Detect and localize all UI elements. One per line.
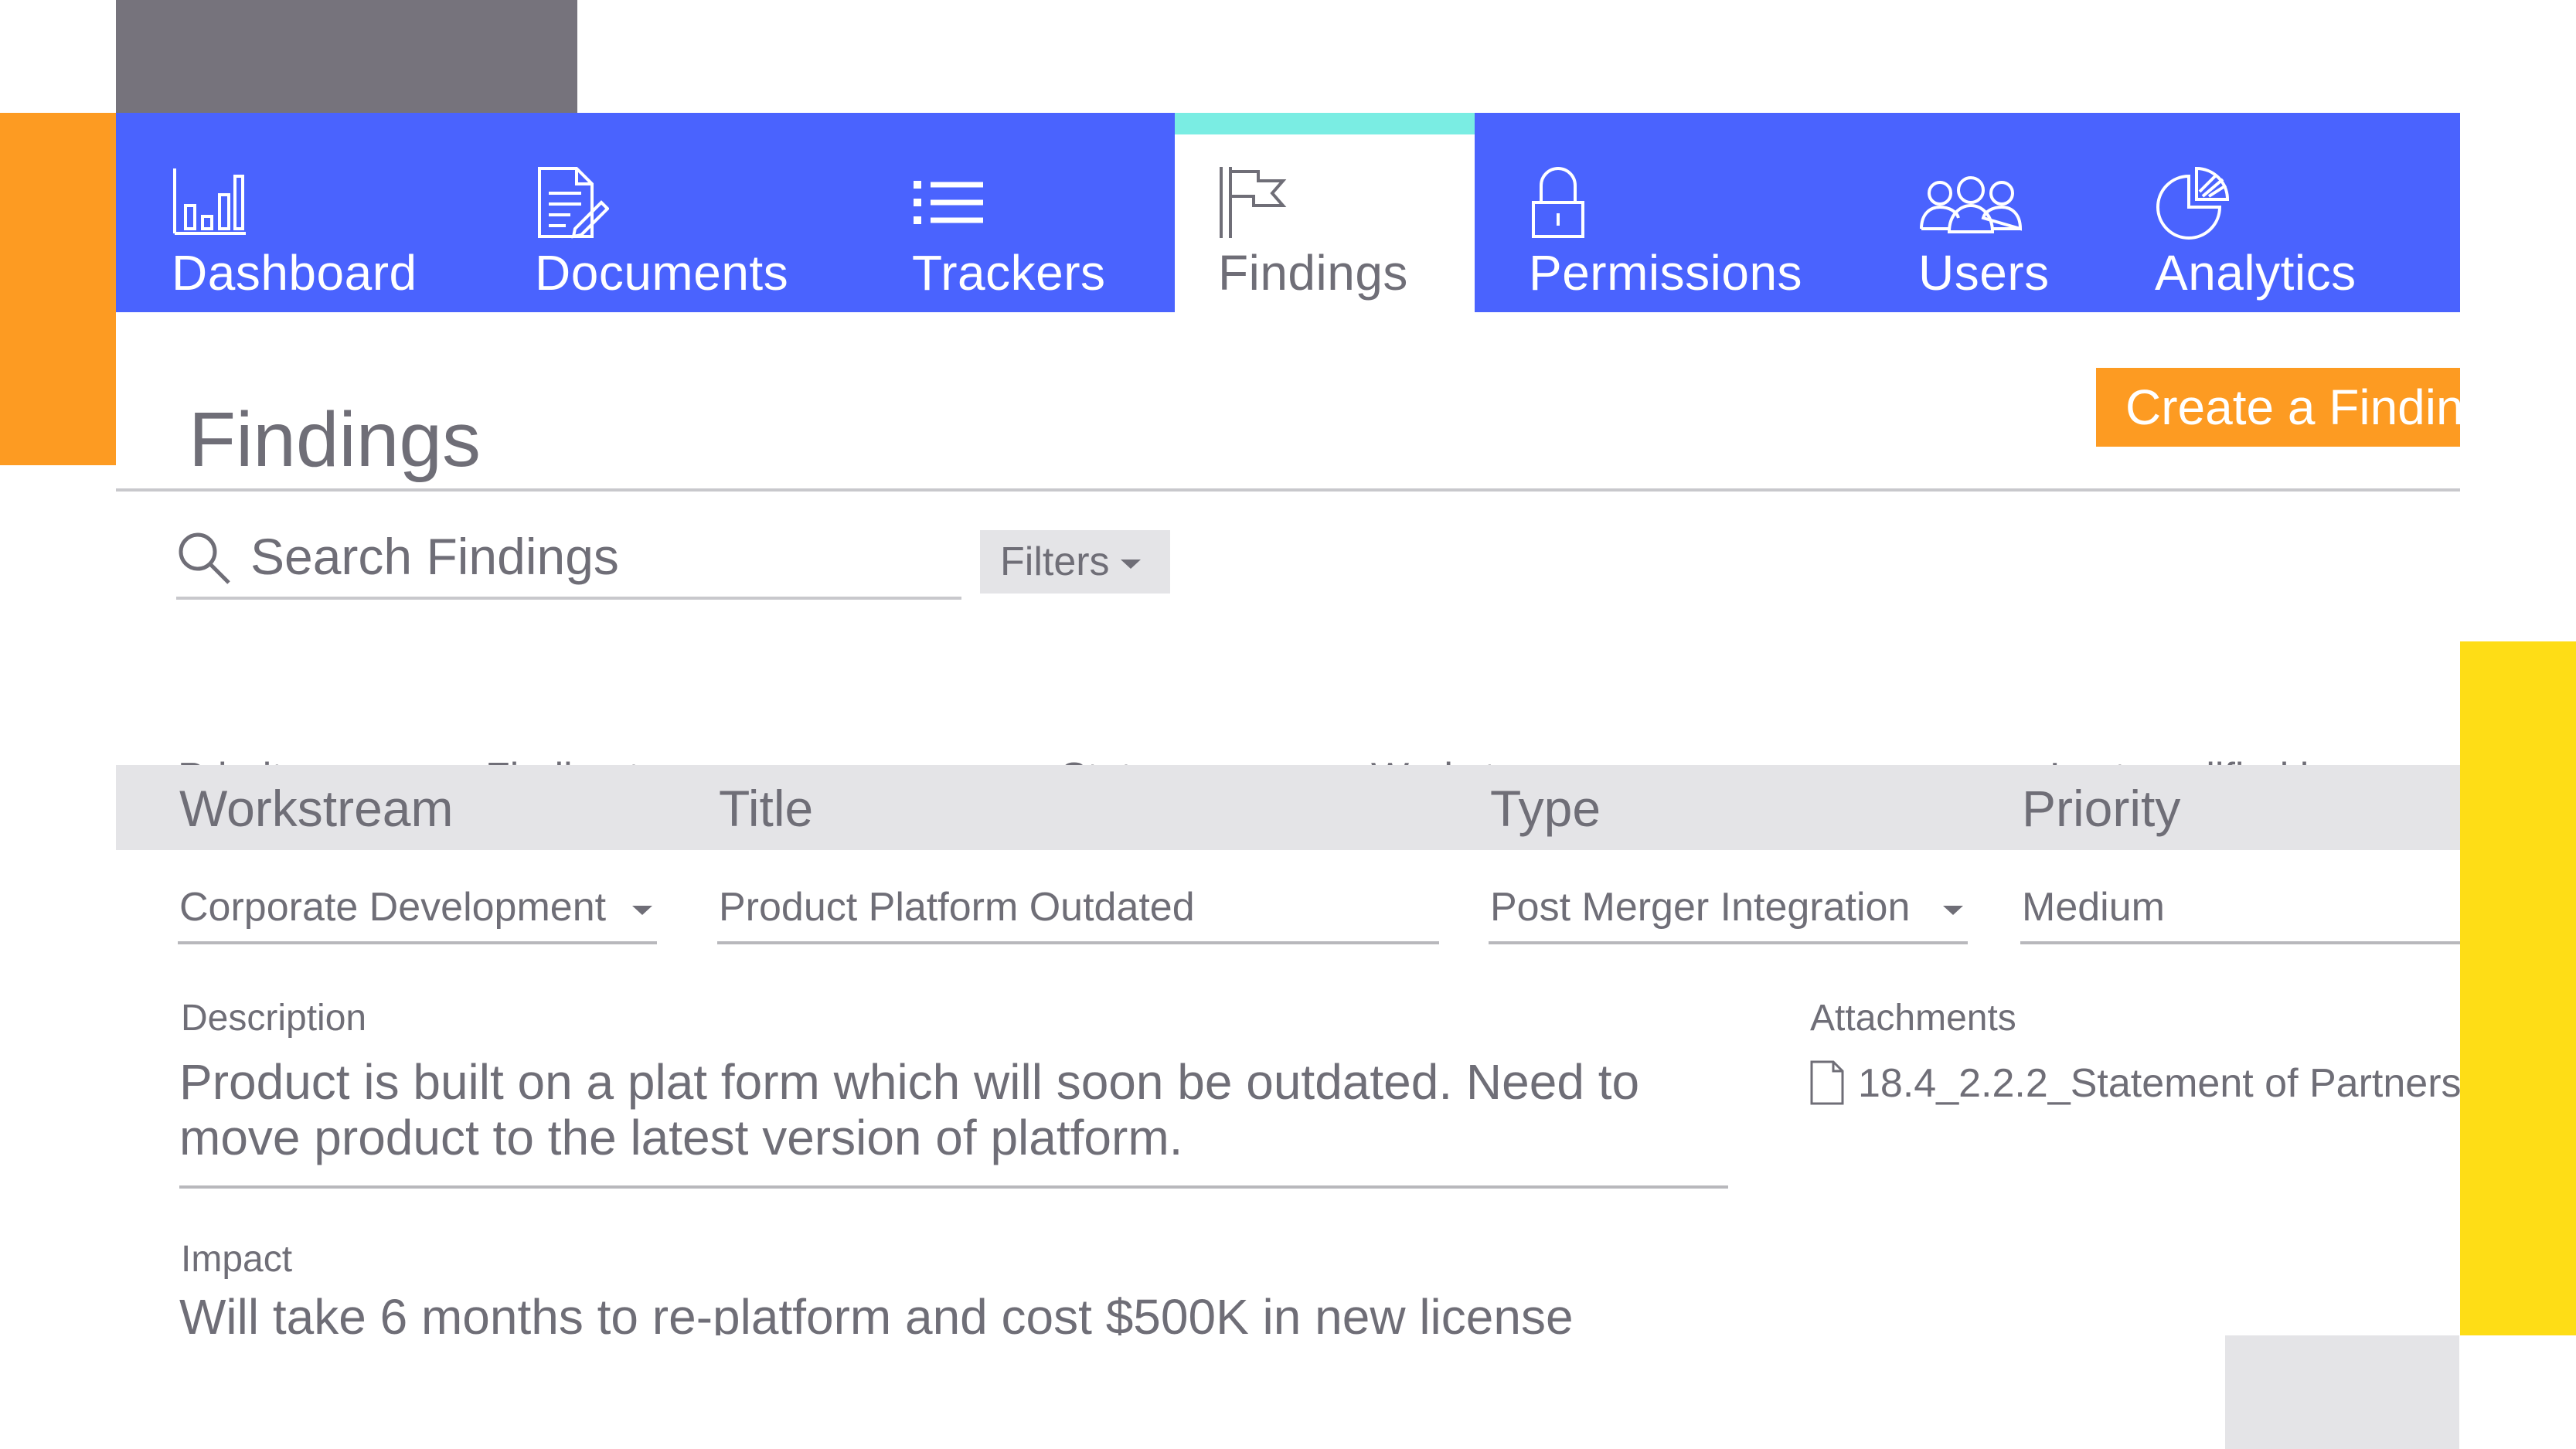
filters-button[interactable]: Filters bbox=[980, 530, 1170, 594]
nav-tab-label: Analytics bbox=[2155, 245, 2357, 301]
users-icon bbox=[1918, 165, 2023, 240]
nav-tab-label: Permissions bbox=[1529, 245, 1803, 301]
bar-chart-icon bbox=[172, 165, 246, 240]
filters-button-label: Filters bbox=[1000, 539, 1110, 584]
nav-tab-label: Findings bbox=[1218, 245, 1408, 301]
title-value: Product Platform Outdated bbox=[719, 885, 1195, 930]
priority-field[interactable]: Medium bbox=[2020, 876, 2460, 944]
nav-tab-label: Documents bbox=[535, 245, 789, 301]
page-title: Findings bbox=[189, 396, 481, 483]
table-header: Workstream Title Type Priority bbox=[116, 765, 2460, 850]
nav-tab-label: Users bbox=[1918, 245, 2050, 301]
decorative-block-gray-bottom bbox=[2225, 1335, 2459, 1449]
file-icon bbox=[1810, 1060, 1844, 1105]
column-header-title[interactable]: Title bbox=[719, 779, 813, 838]
nav-tab-permissions[interactable]: Permissions bbox=[1475, 113, 1861, 312]
priority-value: Medium bbox=[2022, 885, 2165, 930]
decorative-block-yellow-right bbox=[2460, 641, 2576, 1335]
description-label: Description bbox=[181, 998, 367, 1039]
nav-tab-documents[interactable]: Documents bbox=[479, 113, 850, 312]
impact-label: Impact bbox=[181, 1239, 293, 1280]
decorative-block-gray-top bbox=[116, 0, 577, 113]
title-field[interactable]: Product Platform Outdated bbox=[717, 876, 1439, 944]
column-header-workstream[interactable]: Workstream bbox=[179, 779, 454, 838]
attachments-label: Attachments bbox=[1810, 998, 2016, 1039]
description-field[interactable]: Product is built on a plat form which wi… bbox=[179, 1054, 1728, 1189]
document-edit-icon bbox=[535, 165, 609, 240]
impact-field[interactable]: Will take 6 months to re-platform and co… bbox=[179, 1289, 1728, 1335]
chevron-down-icon bbox=[1120, 560, 1141, 570]
nav-tab-dashboard[interactable]: Dashboard bbox=[116, 113, 479, 312]
lock-icon bbox=[1529, 165, 1603, 240]
workstream-value: Corporate Development bbox=[179, 885, 607, 930]
nav-tab-analytics[interactable]: Analytics bbox=[2093, 113, 2460, 312]
type-value: Post Merger Integration bbox=[1490, 885, 1911, 930]
list-icon bbox=[912, 165, 986, 240]
nav-tab-users[interactable]: Users bbox=[1861, 113, 2093, 312]
main-navigation: Dashboard Documents Trackers Findings Pe… bbox=[116, 113, 2460, 312]
findings-app-window: Dashboard Documents Trackers Findings Pe… bbox=[116, 113, 2460, 1335]
nav-tab-trackers[interactable]: Trackers bbox=[850, 113, 1136, 312]
column-header-type[interactable]: Type bbox=[1490, 779, 1601, 838]
nav-tab-label: Dashboard bbox=[172, 245, 417, 301]
column-header-priority[interactable]: Priority bbox=[2022, 779, 2180, 838]
create-finding-button[interactable]: Create a Finding bbox=[2096, 368, 2460, 447]
nav-tab-label: Trackers bbox=[912, 245, 1106, 301]
search-bar bbox=[176, 522, 961, 600]
chevron-down-icon bbox=[632, 906, 652, 915]
type-select[interactable]: Post Merger Integration bbox=[1489, 876, 1968, 944]
search-icon[interactable] bbox=[176, 530, 232, 586]
attachment-name: 18.4_2.2.2_Statement of Partnership bbox=[1858, 1061, 2460, 1106]
title-divider bbox=[116, 488, 2460, 492]
pie-chart-icon bbox=[2155, 165, 2229, 240]
workstream-select[interactable]: Corporate Development bbox=[178, 876, 657, 944]
decorative-block-orange-left bbox=[0, 113, 116, 465]
search-input[interactable] bbox=[249, 522, 948, 590]
flag-icon bbox=[1215, 165, 1289, 240]
chevron-down-icon bbox=[1943, 906, 1963, 915]
nav-tab-findings[interactable]: Findings bbox=[1175, 113, 1475, 312]
